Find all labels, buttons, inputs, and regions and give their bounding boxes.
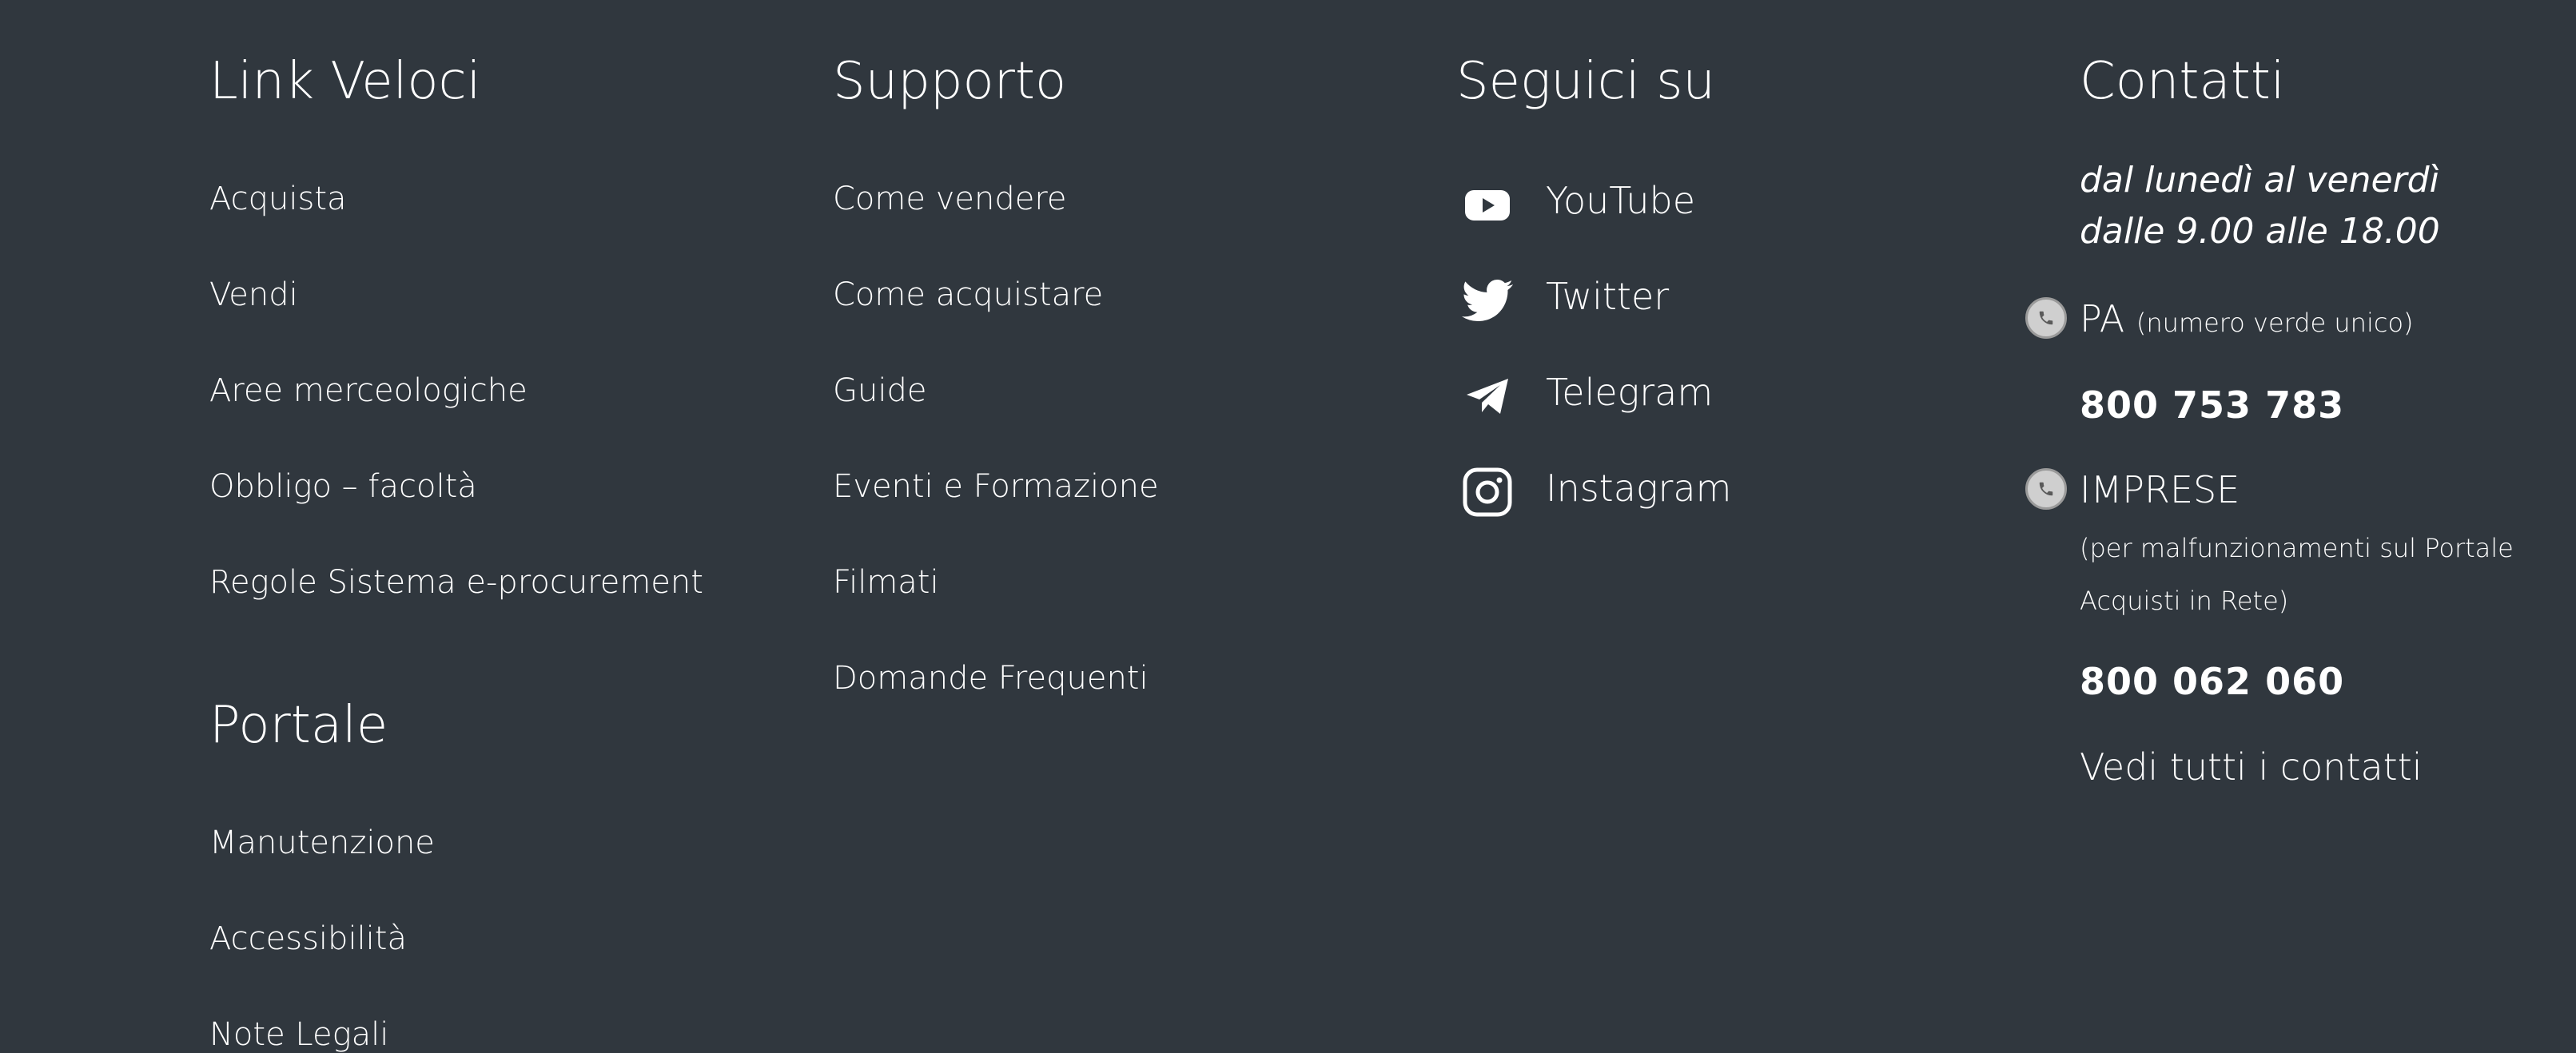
link-note-legali[interactable]: Note Legali: [209, 1019, 388, 1051]
telegram-icon: [1462, 371, 1513, 422]
contact-imprese-number[interactable]: 800 062 060: [2080, 663, 2344, 700]
link-accessibilita[interactable]: Accessibilità: [209, 923, 407, 955]
contact-hours-days: dal lunedì al venerdì: [2080, 160, 2439, 201]
link-guide[interactable]: Guide: [833, 375, 926, 407]
link-vendi[interactable]: Vendi: [209, 279, 298, 311]
link-come-acquistare[interactable]: Come acquistare: [833, 279, 1103, 311]
contact-imprese-note-1: (per malfunzionamenti sul Portale: [2080, 533, 2514, 563]
link-obbligo-facolta[interactable]: Obbligo – facoltà: [209, 471, 477, 503]
instagram-icon: [1462, 467, 1513, 518]
link-manutenzione[interactable]: Manutenzione: [209, 827, 435, 859]
social-instagram-link[interactable]: Instagram: [1456, 462, 1936, 523]
contact-imprese-label: IMPRESE: [2080, 468, 2240, 511]
twitter-icon: [1462, 275, 1513, 326]
see-all-contacts-link[interactable]: Vedi tutti i contatti: [2080, 749, 2423, 785]
link-acquista[interactable]: Acquista: [209, 183, 347, 215]
contact-hours-time: dalle 9.00 alle 18.00: [2080, 211, 2440, 252]
contact-pa-number[interactable]: 800 753 783: [2080, 387, 2344, 423]
social-youtube-link[interactable]: YouTube: [1456, 174, 1936, 235]
social-youtube-label: YouTube: [1546, 179, 1696, 222]
seguici-heading: Seguici su: [1456, 52, 1715, 111]
portale-heading: Portale: [209, 696, 388, 755]
site-footer: Link Veloci Acquista Vendi Aree merceolo…: [0, 0, 2576, 1051]
link-filmati[interactable]: Filmati: [833, 566, 939, 598]
contact-imprese-note-2: Acquisti in Rete): [2080, 586, 2289, 616]
phone-icon: [2025, 297, 2067, 339]
link-veloci-heading: Link Veloci: [209, 52, 481, 111]
link-eventi-formazione[interactable]: Eventi e Formazione: [833, 471, 1159, 503]
social-telegram-link[interactable]: Telegram: [1456, 366, 1936, 427]
youtube-icon: [1462, 179, 1513, 230]
phone-icon-imprese: [2025, 468, 2067, 510]
social-instagram-label: Instagram: [1546, 467, 1732, 510]
contact-pa-label: PA (numero verde unico): [2080, 300, 2414, 337]
contact-pa-note: (numero verde unico): [2136, 308, 2414, 338]
link-domande-frequenti[interactable]: Domande Frequenti: [833, 662, 1149, 694]
social-twitter-label: Twitter: [1546, 275, 1670, 318]
link-come-vendere[interactable]: Come vendere: [833, 183, 1067, 215]
contatti-heading: Contatti: [2080, 52, 2285, 111]
link-aree-merceologiche[interactable]: Aree merceologiche: [209, 375, 528, 407]
social-twitter-link[interactable]: Twitter: [1456, 270, 1936, 331]
social-telegram-label: Telegram: [1546, 371, 1714, 414]
link-regole-sistema[interactable]: Regole Sistema e-procurement: [209, 566, 703, 598]
contact-pa-title: PA: [2080, 297, 2125, 340]
supporto-heading: Supporto: [833, 52, 1067, 111]
